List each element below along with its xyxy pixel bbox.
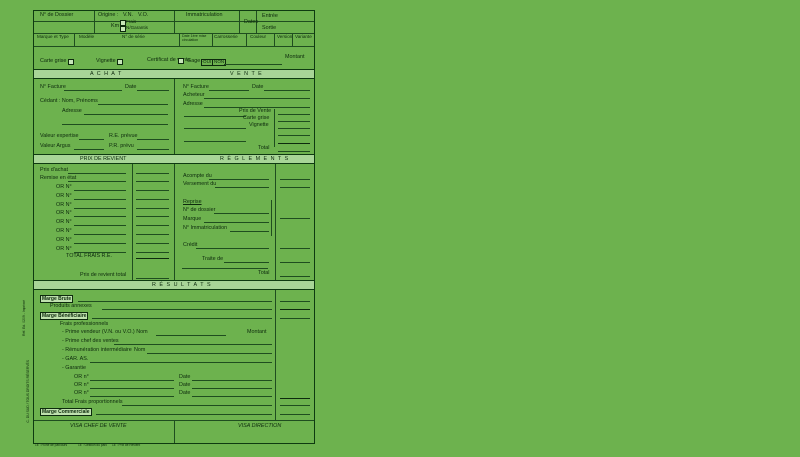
garantie-date-label: Date	[179, 390, 191, 396]
sortie-label: Sortie	[262, 25, 277, 31]
or-row-label: OR N°	[56, 192, 72, 199]
resultats-band: R É S U L T A T S	[34, 280, 314, 290]
or-row-label: OR N°	[56, 228, 72, 234]
vente-date-label: Date	[252, 84, 264, 90]
vente-facture-label: N° Facture	[183, 84, 209, 90]
reprise-marque-label: Marque	[183, 216, 202, 222]
prime-montant-label: Montant	[247, 329, 267, 335]
footer-b: 1E : Gestion du parc	[78, 443, 108, 447]
vignette-checkbox[interactable]	[117, 59, 123, 65]
vignette-label: Vignette	[96, 58, 116, 64]
reprise-immat-label: N° Immatriculation	[183, 225, 228, 231]
pr-prevu-label: P.R. prévu	[109, 143, 134, 149]
visa-direction-label: VISA DIRECTION	[238, 423, 282, 429]
couleur-label: Couleur	[250, 34, 267, 39]
or-row-label: OR N°	[56, 184, 72, 190]
origine-label: Origine :	[98, 12, 119, 18]
garantie-or-label: OR n°	[74, 382, 89, 388]
marge-comm-label: Marge Commerciale	[40, 408, 92, 416]
vente-adresse-label: Adresse	[183, 101, 203, 107]
vente-vignette-label: Vignette	[249, 122, 269, 128]
km-label: Km	[111, 23, 120, 29]
cedant-label: Cédant : Nom, Prénoms	[40, 98, 98, 104]
achat-vente-band: A C H A T V E N T E	[34, 69, 314, 79]
carte-grise-label: Carte grise	[40, 58, 67, 64]
vente-carte-grise-label: Carte grise	[243, 115, 270, 121]
vehicle-dossier-form: N° de Dossier Origine : V.N. V.O. Km Fra…	[33, 10, 315, 444]
versement-label: Versement du	[183, 181, 217, 187]
or-row-label: OR N°	[56, 236, 72, 243]
resultats-title: R É S U L T A T S	[152, 281, 212, 288]
dossier-label: N° de Dossier	[40, 12, 74, 18]
reglements-title: R È G L E M E N T S	[220, 155, 290, 162]
carte-grise-checkbox[interactable]	[68, 59, 74, 65]
vo-label: V.O.	[138, 12, 149, 18]
spine-ref: Réf. Ed. 0209 - Imprimé	[22, 300, 26, 336]
vente-title: V E N T E	[230, 70, 263, 77]
garantie-or-label: OR n°	[74, 374, 89, 380]
vente-total-label: Total	[258, 145, 270, 151]
version-label: Version	[277, 34, 293, 39]
gar-label: - GAR. AS.	[62, 356, 89, 362]
remuneration-label: - Rémunération intermédiaire	[62, 347, 132, 353]
modele-label: Modèle	[79, 34, 95, 39]
vn-label: V.N.	[123, 12, 133, 18]
prix-revient-title: PRIX DE REVIENT	[80, 155, 127, 162]
printer-imprint: Réf. Ed. 0209 - Imprimé C. DU SUD / TOUS…	[22, 300, 30, 440]
reprise-label: Reprise	[183, 199, 202, 205]
reglements-total-label: Total	[258, 270, 270, 276]
serie-label: N° de série	[122, 34, 145, 39]
achat-adresse-label: Adresse	[62, 108, 82, 114]
montant-label: Montant	[285, 54, 305, 60]
acompte-label: Acompte du	[183, 173, 212, 179]
or-row-label: OR N°	[56, 245, 72, 252]
re-prevue-label: R.E. prévue	[109, 133, 138, 139]
entree-label: Entrée	[262, 13, 278, 19]
visa-chef-label: VISA CHEF DE VENTE	[70, 423, 127, 429]
marge-brute-label: Marge Brute	[40, 295, 74, 303]
prime-vendeur-label: - Prime vendeur (V.N. ou V.O.) Nom	[62, 329, 148, 335]
prix-vente-label: Prix de Vente	[239, 108, 272, 114]
achat-title: A C H A T	[90, 70, 123, 77]
revient-reglements-band: PRIX DE REVIENT R È G L E M E N T S	[34, 154, 314, 164]
traite-label: Traite de	[202, 256, 224, 262]
ngarantis-label: N/Garantis	[126, 25, 148, 30]
total-frais-label: TOTAL FRAIS R.E.	[66, 253, 113, 259]
spine-edition: C. DU SUD / TOUS DROITS RÉSERVÉS	[26, 360, 30, 423]
garantie-or-label: OR n°	[74, 390, 89, 396]
or-row-label: OR N°	[56, 219, 72, 226]
garantie-date-label: Date	[179, 382, 191, 388]
achat-facture-label: N° Facture	[40, 84, 66, 90]
reprise-dossier-label: N° de dossier	[183, 207, 216, 213]
valeur-argus-label: Valeur Argus	[40, 143, 71, 149]
marge-benef-label: Marge Bénéficiaire	[40, 312, 89, 320]
footer-a: 1E : Fiche de parcours	[35, 443, 68, 447]
total-frais-prop-label: Total Frais proportionnels	[62, 399, 123, 405]
achat-date-label: Date	[125, 84, 137, 90]
frais-label: Frais	[126, 19, 137, 24]
prix-achat-label: Prix d'achat	[40, 167, 68, 173]
dates-label: Dates	[244, 19, 259, 25]
produits-label: Produits annexes	[50, 303, 92, 309]
footer-c: 1E : Prix de Revient	[112, 443, 141, 447]
date-circ-label: Date 1ère mise circulation	[182, 34, 207, 42]
or-row-label: OR N°	[56, 210, 72, 217]
remuneration-nom-label: Nom	[134, 347, 146, 353]
marque-type-label: Marque et Type	[37, 34, 69, 39]
acheteur-label: Acheteur	[183, 92, 205, 98]
certificat-checkbox[interactable]	[178, 58, 184, 64]
carrosserie-label: Carrosserie	[214, 34, 238, 39]
variante-label: Variante	[295, 34, 312, 39]
frais-pro-label: Frais professionnels	[60, 321, 109, 327]
or-row-label: OR N°	[56, 201, 72, 208]
prime-chef-label: - Prime chef des ventes	[62, 338, 119, 344]
prix-total-label: Prix de revient total	[80, 272, 127, 278]
garantie-label: - Garantie	[62, 365, 86, 371]
valeur-exp-label: Valeur expertise	[40, 133, 79, 139]
garantie-date-label: Date	[179, 374, 191, 380]
immat-label: Immatriculation	[186, 12, 223, 18]
